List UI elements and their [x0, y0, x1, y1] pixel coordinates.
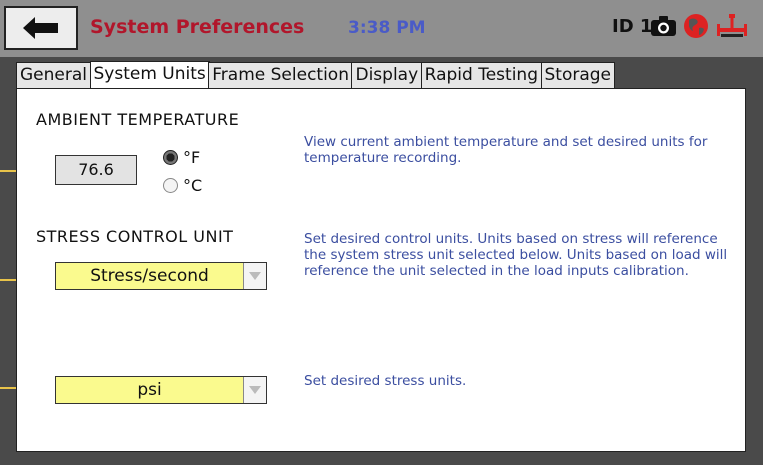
tab-frame-selection[interactable]: Frame Selection	[208, 62, 353, 88]
stress-control-dropdown[interactable]: Stress/second	[55, 262, 267, 290]
ambient-temperature-label: AMBIENT TEMPERATURE	[36, 110, 240, 129]
window-title: System Preferences	[90, 16, 305, 38]
edge-indicator	[0, 279, 16, 281]
tab-rapid-testing[interactable]: Rapid Testing	[420, 62, 542, 88]
radio-celsius-label: °C	[183, 176, 203, 195]
stress-units-description: Set desired stress units.	[304, 373, 467, 389]
radio-unselected-icon	[163, 178, 178, 193]
stress-units-selected: psi	[137, 380, 162, 400]
stress-control-label: STRESS CONTROL UNIT	[36, 227, 234, 246]
radio-fahrenheit[interactable]: °F	[163, 148, 200, 167]
title-bar: System Preferences 3:38 PM ID 1	[0, 0, 763, 57]
radio-selected-icon	[163, 150, 178, 165]
stress-units-dropdown[interactable]: psi	[55, 376, 267, 404]
tab-bar: General System Units Frame Selection Dis…	[16, 61, 616, 89]
chevron-down-icon	[243, 263, 266, 289]
stress-control-selected: Stress/second	[90, 266, 209, 286]
tab-storage[interactable]: Storage	[540, 62, 616, 88]
globe-icon[interactable]	[683, 13, 709, 39]
ambient-description: View current ambient temperature and set…	[304, 134, 708, 166]
tab-system-units[interactable]: System Units	[89, 61, 210, 89]
radio-celsius[interactable]: °C	[163, 176, 202, 195]
device-id: ID 1	[612, 16, 653, 37]
back-button[interactable]	[4, 6, 78, 50]
radio-fahrenheit-label: °F	[183, 148, 201, 167]
camera-icon[interactable]	[650, 14, 677, 38]
tab-display[interactable]: Display	[351, 62, 423, 88]
clock: 3:38 PM	[348, 18, 426, 38]
back-arrow-icon	[23, 17, 58, 39]
edge-indicator	[0, 387, 16, 389]
tab-general[interactable]: General	[16, 62, 91, 88]
hydrant-icon[interactable]	[715, 12, 749, 40]
chevron-down-icon	[243, 377, 266, 403]
ambient-temperature-value: 76.6	[55, 155, 137, 185]
edge-indicator	[0, 170, 16, 172]
stress-control-description: Set desired control units. Units based o…	[304, 231, 728, 279]
